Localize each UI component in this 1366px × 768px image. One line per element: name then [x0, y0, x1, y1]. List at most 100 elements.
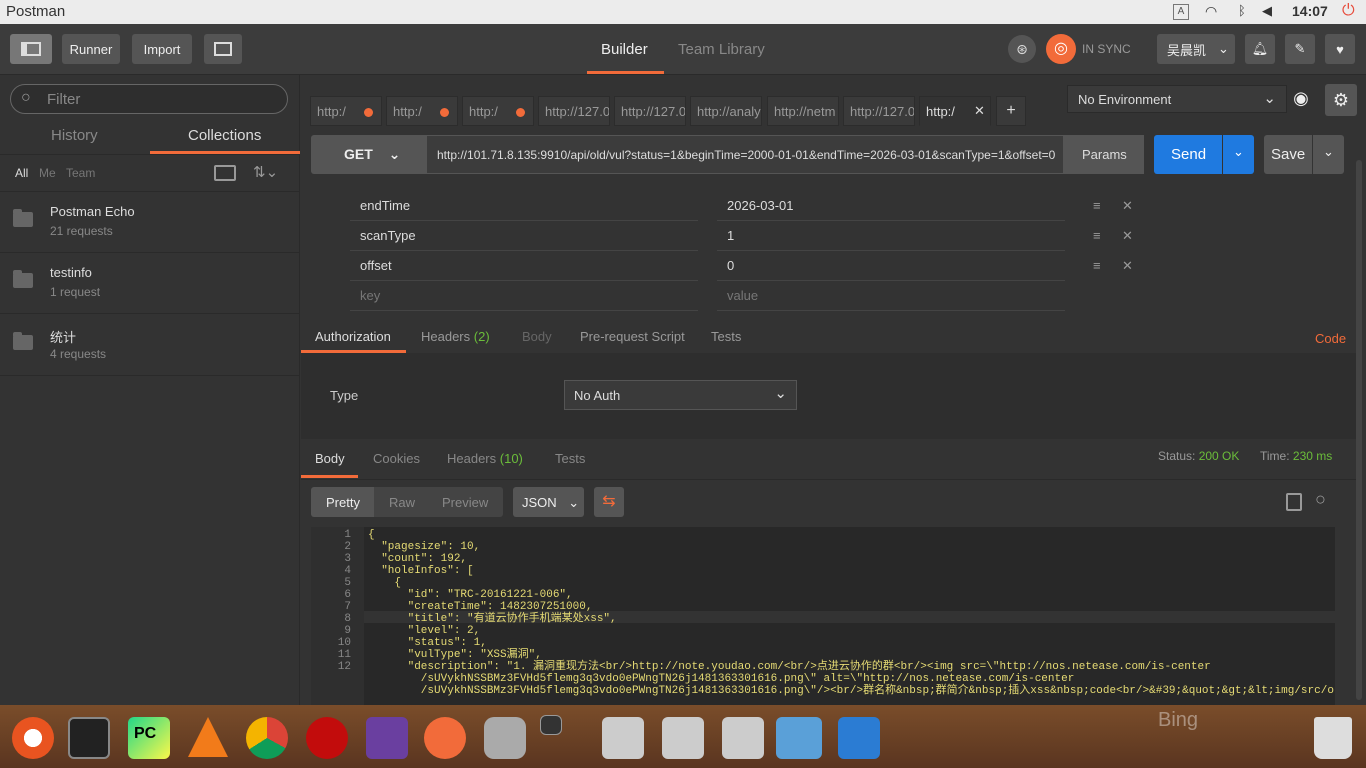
line-text: "holeInfos": [ [368, 565, 474, 577]
save-options-button[interactable]: ⌄ [1313, 135, 1344, 174]
drag-handle-icon[interactable]: ≡ [1093, 258, 1101, 273]
filter-team[interactable]: Team [66, 166, 95, 180]
drive-icon[interactable] [722, 717, 764, 759]
environment-select[interactable]: No Environment ⌄ [1067, 85, 1287, 113]
collection-item[interactable]: Postman Echo 21 requests [0, 192, 300, 253]
vlc-icon[interactable] [188, 717, 228, 757]
search-icon[interactable]: ○ [1315, 489, 1326, 510]
word-icon[interactable] [838, 717, 880, 759]
new-tab-button[interactable]: + [996, 96, 1026, 126]
send-button[interactable]: Send [1154, 135, 1222, 174]
database-icon[interactable] [484, 717, 526, 759]
close-icon[interactable]: ✕ [974, 103, 985, 119]
auth-type-select[interactable]: No Auth ⌄ [564, 380, 797, 410]
response-body-editor[interactable]: 1{2 "pagesize": 10, 3 "count": 192, 4 "hol… [311, 527, 1335, 705]
collection-item[interactable]: testinfo 1 request [0, 253, 300, 314]
view-preview-button[interactable]: Preview [429, 487, 503, 517]
sidebar-toggle-button[interactable] [10, 34, 52, 64]
send-options-button[interactable]: ⌄ [1223, 135, 1254, 174]
resp-tab-headers[interactable]: Headers (10) [447, 451, 523, 466]
chevron-down-icon: ⌄ [1218, 41, 1229, 56]
tab-authorization[interactable]: Authorization [315, 329, 391, 344]
collection-item[interactable]: 统计 4 requests [0, 315, 300, 376]
tab-body[interactable]: Body [522, 329, 552, 344]
param-value-placeholder[interactable]: value [717, 281, 1065, 311]
tab-prerequest-script[interactable]: Pre-request Script [580, 329, 685, 344]
format-select[interactable]: JSON ⌄ [513, 487, 584, 517]
drag-handle-icon[interactable]: ≡ [1093, 228, 1101, 243]
request-tab[interactable]: http://127.0 [843, 96, 915, 126]
user-menu-button[interactable]: 吴晨凯 ⌄ [1157, 34, 1235, 64]
wrap-lines-button[interactable]: ⇆ [594, 487, 624, 517]
filter-me[interactable]: Me [39, 166, 56, 180]
param-value[interactable]: 1 [717, 221, 1065, 251]
netease-music-icon[interactable] [306, 717, 348, 759]
code-link[interactable]: Code [1315, 331, 1346, 346]
home-folder-icon[interactable] [776, 717, 822, 759]
power-icon[interactable]: ⏻ [1342, 2, 1355, 20]
import-button[interactable]: Import [132, 34, 192, 64]
environment-quicklook-button[interactable]: ◉ [1286, 84, 1316, 114]
chrome-icon[interactable] [246, 717, 288, 759]
resp-tab-tests[interactable]: Tests [555, 451, 585, 466]
settings-button[interactable]: ✎ [1285, 34, 1315, 64]
delete-param-icon[interactable]: ✕ [1122, 228, 1133, 244]
view-raw-button[interactable]: Raw [374, 487, 429, 517]
filter-all[interactable]: All [15, 166, 28, 180]
request-tab[interactable]: http:/​ [462, 96, 534, 126]
param-key[interactable]: scanType [350, 221, 698, 251]
editor-icon[interactable] [366, 717, 408, 759]
ubuntu-icon[interactable] [12, 717, 54, 759]
postman-icon[interactable] [424, 717, 466, 759]
new-collection-icon[interactable] [214, 165, 236, 181]
tab-builder[interactable]: Builder [601, 41, 648, 58]
chevron-down-icon: ⌄ [1233, 144, 1244, 159]
request-tab[interactable]: http://netm [767, 96, 839, 126]
param-key-placeholder[interactable]: key [350, 281, 698, 311]
resp-tab-cookies[interactable]: Cookies [373, 451, 420, 466]
notifications-button[interactable]: 🔔︎ [1245, 34, 1275, 64]
tab-headers[interactable]: Headers (2) [421, 329, 490, 344]
param-key[interactable]: endTime [350, 191, 698, 221]
main-scrollbar[interactable] [1356, 160, 1362, 700]
view-pretty-button[interactable]: Pretty [311, 487, 374, 517]
workspace-icon[interactable] [540, 715, 562, 735]
resp-tab-body[interactable]: Body [315, 451, 345, 466]
new-window-button[interactable] [204, 34, 242, 64]
params-button[interactable]: Params [1064, 135, 1144, 174]
request-tab[interactable]: http:/​ [386, 96, 458, 126]
filter-input[interactable]: ○ Filter [10, 84, 288, 114]
favorite-button[interactable]: ♥ [1325, 34, 1355, 64]
terminal-icon[interactable] [68, 717, 110, 759]
manage-environments-button[interactable]: ⚙ [1325, 84, 1357, 116]
param-value[interactable]: 0 [717, 251, 1065, 281]
sort-icon[interactable]: ⇅⌄ [253, 163, 278, 181]
tab-team-library[interactable]: Team Library [678, 41, 765, 58]
save-button[interactable]: Save [1264, 135, 1312, 174]
delete-param-icon[interactable]: ✕ [1122, 198, 1133, 214]
chevron-down-icon: ⌄ [388, 146, 401, 162]
drive-icon[interactable] [662, 717, 704, 759]
copy-icon[interactable] [1286, 493, 1302, 511]
request-tab-active[interactable]: http:/​ ✕ [919, 96, 991, 126]
tab-history[interactable]: History [51, 127, 98, 144]
request-tab[interactable]: http://analy [690, 96, 762, 126]
new-window-icon [214, 42, 232, 56]
param-value[interactable]: 2026-03-01 [717, 191, 1065, 221]
delete-param-icon[interactable]: ✕ [1122, 258, 1133, 274]
tab-collections[interactable]: Collections [188, 127, 261, 144]
drive-icon[interactable] [602, 717, 644, 759]
line-number: 2 [344, 541, 351, 553]
url-input[interactable]: http://101.71.8.135:9910/api/old/vul?sta… [426, 135, 1064, 174]
interceptor-icon[interactable]: ⊛ [1008, 35, 1036, 63]
drag-handle-icon[interactable]: ≡ [1093, 198, 1101, 213]
param-key[interactable]: offset [350, 251, 698, 281]
tab-tests[interactable]: Tests [711, 329, 741, 344]
request-tab[interactable]: http:/​ [310, 96, 382, 126]
request-tab[interactable]: http://127.0 [614, 96, 686, 126]
runner-button[interactable]: Runner [62, 34, 120, 64]
method-select[interactable]: GET ⌄ [311, 135, 426, 174]
request-tab[interactable]: http://127.0 [538, 96, 610, 126]
trash-icon[interactable] [1314, 717, 1352, 759]
pycharm-icon[interactable]: PC [128, 717, 170, 759]
